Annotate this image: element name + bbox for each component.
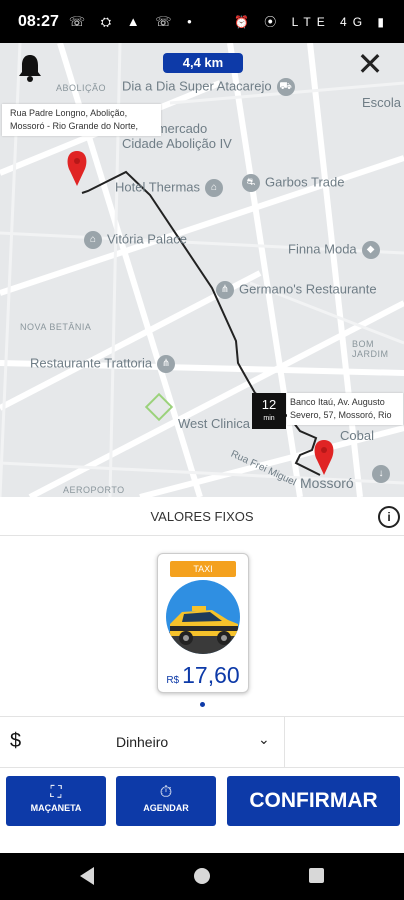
map-poi[interactable]: Cobal (340, 428, 374, 443)
notification-icons: ☏ ⛭ ▲ ☏ • (68, 13, 198, 29)
hotel-icon: ⌂ (205, 179, 224, 197)
map-poi[interactable]: Mossoró (300, 475, 354, 491)
map-poi[interactable]: West Clinica (178, 416, 250, 431)
macaneta-label: MAÇANETA (30, 803, 82, 813)
district-label: NOVA BETÂNIA (20, 322, 92, 332)
eta-unit: min (263, 415, 275, 422)
pager-dot (200, 702, 205, 707)
status-bar: 08:27 ☏ ⛭ ▲ ☏ • ⏰ ⦿ LTE 4G ▮ (0, 0, 404, 43)
district-label: ABOLIÇÃO (56, 83, 107, 93)
taxi-car-icon (166, 580, 240, 654)
map-poi[interactable]: ⌂ Vitória Palace (84, 231, 187, 249)
expand-icon: ⛶ (50, 784, 62, 801)
price-currency: R$ (166, 675, 180, 686)
restaurant-icon: ⋔ (157, 355, 176, 373)
chevron-down-icon[interactable]: ⌄ (258, 731, 270, 748)
restaurant-icon: ⋔ (216, 281, 234, 299)
destination-address-label: Banco Itaú, Av. Augusto Severo, 57, Moss… (287, 393, 403, 425)
district-label: BOM JARDIM (352, 339, 389, 359)
schedule-button[interactable]: ⏱ AGENDAR (116, 776, 216, 826)
map-poi[interactable]: ⛐ Garbos Trade (242, 174, 345, 192)
schedule-label: AGENDAR (143, 803, 189, 813)
recent-apps-icon[interactable] (309, 868, 324, 883)
close-icon[interactable]: ✕ (356, 48, 384, 80)
origin-pin-icon (67, 151, 87, 186)
place-marker-icon: ↓ (372, 465, 390, 483)
fare-card-taxi[interactable]: TAXI R$ 17,60 (157, 553, 249, 693)
fixed-fares-header: VALORES FIXOS i (0, 497, 404, 536)
hotel-icon: ⌂ (84, 231, 102, 249)
map-poi[interactable]: Escola Raimun (362, 95, 404, 110)
district-label: AEROPORTO (63, 485, 125, 495)
fare-tag: TAXI (170, 561, 236, 577)
payment-method[interactable]: Dinheiro (116, 734, 168, 750)
fare-price: R$ 17,60 (158, 662, 248, 689)
map-poi[interactable]: Dia a Dia Super Atacarejo ⛟ (122, 78, 295, 96)
map-poi[interactable]: Finna Moda ◆ (288, 241, 380, 259)
price-value: 17,60 (182, 662, 240, 688)
system-nav-bar (0, 853, 404, 900)
stopwatch-icon: ⏱ (159, 784, 173, 801)
distance-badge: 4,4 km (163, 53, 243, 73)
payment-selector[interactable]: $ Dinheiro ⌄ (0, 716, 404, 768)
store-icon: ◆ (361, 241, 380, 259)
back-icon[interactable] (80, 867, 94, 885)
divider (284, 717, 285, 767)
home-icon[interactable] (194, 868, 210, 884)
destination-pin-icon (314, 440, 334, 475)
info-icon[interactable]: i (378, 506, 400, 528)
notification-bell-icon[interactable] (16, 52, 44, 82)
map-poi[interactable]: Restaurante Trattoria ⋔ (30, 355, 176, 373)
eta-badge: 12 min (252, 393, 286, 429)
system-icons: ⏰ ⦿ LTE 4G ▮ (233, 15, 390, 29)
origin-address-label: Rua Padre Longno, Abolição, Mossoró - Ri… (2, 104, 161, 136)
map-poi[interactable]: ⋔ Germano's Restaurante (216, 281, 377, 299)
confirm-button[interactable]: CONFIRMAR (227, 776, 400, 826)
macaneta-button[interactable]: ⛶ MAÇANETA (6, 776, 106, 826)
shopping-cart-icon: ⛟ (276, 78, 295, 96)
dollar-icon: $ (10, 730, 22, 752)
car-icon: ⛐ (242, 174, 260, 192)
status-time: 08:27 (18, 12, 59, 30)
map-poi[interactable]: Hotel Thermas ⌂ (115, 179, 224, 197)
eta-value: 12 (261, 397, 277, 412)
section-title: VALORES FIXOS (150, 509, 254, 524)
map-poi[interactable]: ↓ (372, 465, 395, 483)
